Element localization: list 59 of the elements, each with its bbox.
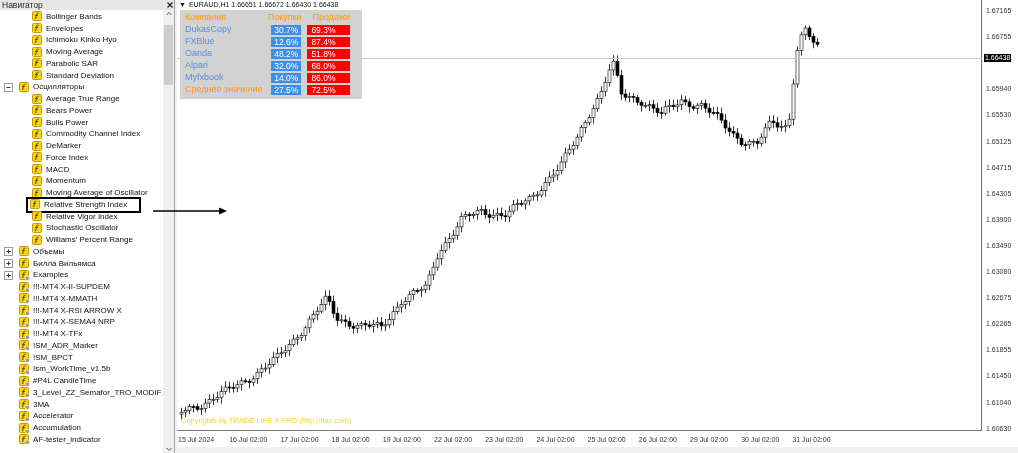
tree-item[interactable]: Standard Deviation xyxy=(46,69,115,82)
tree-item[interactable]: Объемы xyxy=(33,245,65,258)
tree-item[interactable]: !!!-MT4 X-II-SUPDEM xyxy=(33,281,110,294)
tree-item[interactable]: Stochastic Oscillator xyxy=(46,222,119,235)
tree-item[interactable]: !SM_ADR_Marker xyxy=(33,339,98,352)
tree-item[interactable]: Parabolic SAR xyxy=(46,57,99,70)
tree-item[interactable]: Average True Range xyxy=(46,93,120,106)
broker-name: Myfxbook xyxy=(185,71,225,85)
tree-item[interactable]: Bulls Power xyxy=(46,116,89,129)
tree-item[interactable]: Accelerator xyxy=(33,410,74,423)
sell-bar: 51.8% xyxy=(307,49,350,59)
tree-item[interactable]: 3_Level_ZZ_Semafor_TRO_MODIF xyxy=(33,386,162,399)
tree-item[interactable]: Bears Power xyxy=(46,104,92,117)
tree-item[interactable]: Force Index xyxy=(46,151,89,164)
column-header: Компания xyxy=(185,11,228,25)
tree-item[interactable]: Moving Average of Oscillator xyxy=(46,187,148,200)
average-label: Среднее значение xyxy=(185,83,264,97)
buy-bar: 14.0% xyxy=(271,73,302,83)
sell-bar: 69.3% xyxy=(307,25,350,35)
broker-name: DukasCopy xyxy=(185,23,233,37)
column-header: Покупки xyxy=(267,11,303,25)
tree-item[interactable]: Accumulation xyxy=(33,422,82,435)
tree-item[interactable]: 3MA xyxy=(33,398,50,411)
tree-item[interactable]: Momentum xyxy=(46,175,86,188)
tree-item[interactable]: Envelopes xyxy=(46,22,84,35)
broker-name: FXBlue xyxy=(185,35,216,49)
tree-item[interactable]: Williams' Percent Range xyxy=(46,234,133,247)
tree-item[interactable]: MACD xyxy=(46,163,70,176)
tree-item[interactable]: Ichimoku Kinko Hyo xyxy=(46,34,117,47)
tree-item[interactable]: Commodity Channel Index xyxy=(46,128,141,141)
sell-bar: 72.5% xyxy=(307,85,350,95)
tree-item[interactable]: Relative Strength Index xyxy=(44,198,128,211)
tree-item[interactable]: Relative Vigor Index xyxy=(46,210,118,223)
broker-name: Alpari xyxy=(185,59,209,73)
tree-item[interactable]: !SM_BPCT xyxy=(33,351,73,364)
buy-bar: 32.0% xyxy=(271,61,302,71)
tree-item[interactable]: Examples xyxy=(33,269,69,282)
tree-item[interactable]: Moving Average xyxy=(46,46,104,59)
tree-item[interactable]: !!!-MT4 X-RSI ARROW X xyxy=(33,304,122,317)
tree-item[interactable]: !!!-MT4 X-SEMA4 NRP xyxy=(33,316,115,329)
sell-bar: 86.0% xyxy=(307,73,350,83)
tree-item[interactable]: Осцилляторы xyxy=(33,81,85,94)
tree-item[interactable]: #P4L CandleTime xyxy=(33,375,97,388)
buy-bar: 30.7% xyxy=(271,25,302,35)
tree-item[interactable]: AF-tester_indicator xyxy=(33,433,101,446)
column-header: Продажи xyxy=(311,11,352,25)
tree-item[interactable]: !sm_WorkTime_v1.5b xyxy=(33,363,111,376)
sell-bar: 87.4% xyxy=(307,37,350,47)
tree-item[interactable]: !!!-MT4 X-MMATH xyxy=(33,292,98,305)
sell-bar: 68.0% xyxy=(307,61,350,71)
tree-item[interactable]: Bollinger Bands xyxy=(46,10,103,23)
panel-title: Навигатор xyxy=(2,0,43,10)
buy-bar: 27.5% xyxy=(271,85,302,95)
tree-item[interactable]: DeMarker xyxy=(46,140,82,153)
buy-bar: 12.6% xyxy=(271,37,302,47)
buy-bar: 48.2% xyxy=(271,49,302,59)
tree-item[interactable]: !!!-MT4 X-TFx xyxy=(33,328,83,341)
broker-name: Oanda xyxy=(185,47,214,61)
tree-item[interactable]: Билла Вильямса xyxy=(33,257,96,270)
